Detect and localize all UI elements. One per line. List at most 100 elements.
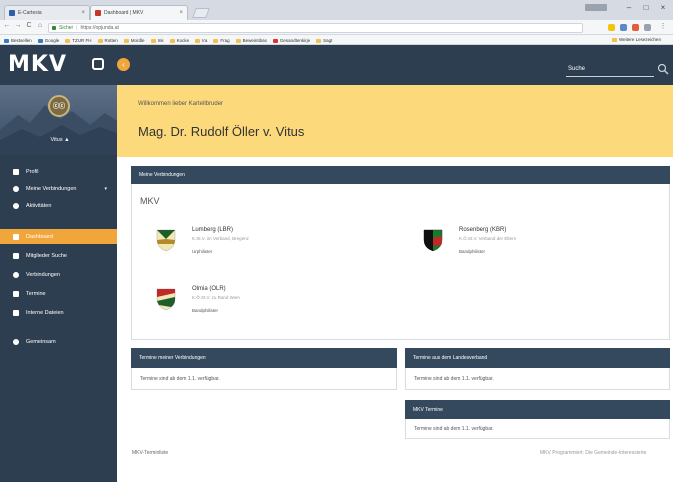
bookmark-label: Google: [44, 38, 60, 43]
folder-icon: [37, 38, 43, 43]
address-input[interactable]: Sicher | https://opjunda.at: [48, 23, 583, 33]
maximize-button[interactable]: □: [639, 3, 653, 12]
search-underline: [566, 76, 654, 77]
sidebar-item-mitglieder-suche[interactable]: Mitglieder Suche: [0, 248, 117, 263]
sidebar-item-profil[interactable]: Profil: [0, 164, 117, 179]
verbindung-name: Olmia (OLR): [192, 286, 226, 292]
logo[interactable]: MKV: [8, 52, 67, 77]
group-title: MKV: [140, 196, 160, 206]
extension-icon[interactable]: [632, 24, 639, 31]
crest-lumberg-icon: [156, 229, 176, 252]
sidebar-item-gemeinsam[interactable]: Gemeinsam: [0, 334, 117, 349]
lock-icon: [52, 26, 56, 30]
sidebar-item-label: Aktivitäten: [26, 202, 52, 209]
reload-button[interactable]: C: [24, 22, 34, 29]
forward-button[interactable]: →: [13, 22, 23, 29]
other-bookmarks-label: Weitere Lesezeichen: [619, 37, 661, 42]
folder-icon: [213, 38, 219, 43]
calendar-icon: [13, 290, 19, 297]
browser-tab-2[interactable]: Dashboard | MKV ×: [90, 5, 188, 20]
user-icon: [13, 168, 19, 175]
verbindung-lumberg[interactable]: Lumberg (LBR) K.St.V. im Verband, Bregen…: [192, 227, 249, 254]
panel-meine-verbindungen: [131, 184, 670, 340]
star-icon[interactable]: [608, 24, 615, 31]
user-menu-toggle[interactable]: Vitus ▲: [40, 137, 80, 143]
bookmark-label: Ira: [202, 38, 208, 43]
users-icon: [13, 252, 19, 259]
bookmark-item[interactable]: Rotten: [97, 38, 118, 43]
bookmark-label: Rotten: [104, 38, 118, 43]
bookmark-item[interactable]: Bestsellen: [4, 38, 32, 43]
sidebar-item-dashboard[interactable]: Dashboard: [0, 229, 117, 244]
url-separator: |: [76, 25, 78, 31]
verbindung-rosenberg[interactable]: Rosenberg (KBR) K.Ö.St.V. Verband der El…: [459, 227, 516, 254]
sidebar-item-verbindungen[interactable]: Verbindungen: [0, 267, 117, 282]
chevron-down-icon: ▾: [104, 185, 107, 192]
sidebar-item-label: Verbindungen: [26, 271, 60, 278]
close-window-button[interactable]: ×: [656, 3, 670, 12]
bookmark-label: Gesandtenkirje: [279, 38, 311, 43]
shield-icon: [13, 185, 19, 192]
secure-label: Sicher: [59, 25, 74, 31]
panel-header-termine-verbindungen: Termine meiner Verbindungen: [131, 348, 397, 368]
verbindung-name: Rosenberg (KBR): [459, 227, 507, 233]
sidebar-item-label: Dashboard: [26, 233, 53, 240]
close-icon[interactable]: ×: [81, 10, 85, 16]
panel-message: Termine sind ab dem 1.1. verfügbar.: [414, 376, 494, 382]
back-button[interactable]: ←: [2, 22, 12, 29]
emblem-text: ⓒⓒ: [52, 104, 65, 110]
footer-link[interactable]: MKV-Terminliste: [132, 450, 168, 456]
search-input[interactable]: Suche: [568, 66, 585, 72]
bookmark-item[interactable]: Ink: [150, 38, 164, 43]
folder-icon: [123, 38, 129, 43]
crest-rosenberg-icon: [423, 229, 443, 252]
verbindung-role: Bandphilister: [459, 249, 486, 254]
home-button[interactable]: ⌂: [35, 22, 45, 29]
bookmark-item[interactable]: TZUR FH: [65, 38, 92, 43]
sidebar-item-label: Termine: [26, 290, 46, 297]
crest-olmia-icon: [156, 288, 176, 311]
bookmark-label: Mordle: [130, 38, 145, 43]
favicon-icon: [9, 10, 15, 16]
music-icon: [13, 338, 19, 345]
profile-button[interactable]: [585, 4, 607, 11]
bookmark-item[interactable]: Beweintibas: [235, 38, 267, 43]
logo-badge-icon: [92, 58, 104, 70]
extension-icon[interactable]: [620, 24, 627, 31]
panel-title: Termine meiner Verbindungen: [139, 355, 206, 361]
bookmark-item[interactable]: Sagt: [316, 38, 332, 43]
sidebar-item-interne-dateien[interactable]: Interne Dateien: [0, 305, 117, 320]
bookmark-item[interactable]: Mordle: [123, 38, 145, 43]
folder-icon: [150, 38, 156, 43]
dashboard-icon: [13, 233, 19, 240]
bookmark-item[interactable]: Google: [37, 38, 60, 43]
verbindung-olmia[interactable]: Olmia (OLR) K.Ö.St.V. zu Rand Wien Bandp…: [192, 286, 240, 313]
extension-icon[interactable]: [644, 24, 651, 31]
collapse-sidebar-button[interactable]: ‹: [117, 58, 130, 71]
menu-icon[interactable]: ⋮: [658, 22, 668, 30]
panel-header-meine-verbindungen: Meine Verbindungen: [131, 166, 670, 184]
bookmark-item[interactable]: Frag: [213, 38, 230, 43]
bookmark-item[interactable]: Gesandtenkirje: [272, 38, 311, 43]
welcome-banner: [117, 85, 673, 157]
bookmark-item[interactable]: Ira: [195, 38, 207, 43]
welcome-greeting: Willkommen lieber Kartellbruder: [138, 101, 224, 107]
panel-title: Meine Verbindungen: [139, 172, 185, 178]
search-icon[interactable]: [657, 63, 669, 75]
close-icon[interactable]: ×: [179, 10, 183, 16]
favicon-icon: [95, 10, 101, 16]
bookmark-label: Bestsellen: [11, 38, 32, 43]
panel-header-termine-landesverband: Termine aus dem Landesverband: [405, 348, 670, 368]
folder-icon: [612, 37, 617, 42]
welcome-user-name: Mag. Dr. Rudolf Öller v. Vitus: [138, 124, 305, 139]
bookmark-item[interactable]: Kocke: [169, 38, 189, 43]
sidebar-item-aktivitaeten[interactable]: Aktivitäten: [0, 198, 117, 213]
sidebar-item-meine-verbindungen[interactable]: Meine Verbindungen ▾: [0, 181, 117, 196]
sidebar-item-label: Meine Verbindungen: [26, 185, 77, 192]
browser-tab-1[interactable]: E-Cartesia ×: [4, 5, 90, 20]
sidebar-item-termine[interactable]: Termine: [0, 286, 117, 301]
minimize-button[interactable]: –: [622, 3, 636, 12]
panel-message: Termine sind ab dem 1.1. verfügbar.: [140, 376, 220, 382]
other-bookmarks[interactable]: Weitere Lesezeichen: [612, 37, 661, 42]
folder-icon: [316, 38, 322, 43]
